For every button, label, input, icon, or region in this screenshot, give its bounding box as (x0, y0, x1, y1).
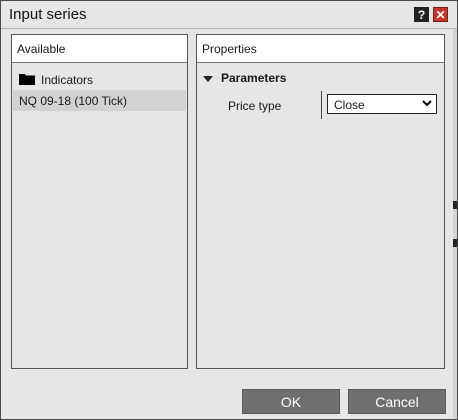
properties-panel: Properties Parameters Price type Close (196, 34, 445, 369)
input-series-dialog: Input series ? ✕ Available Indicators NQ… (0, 0, 458, 420)
list-item-instrument[interactable]: NQ 09-18 (100 Tick) (13, 90, 186, 111)
price-type-label: Price type (228, 99, 282, 113)
ok-button[interactable]: OK (242, 389, 340, 414)
title-bar[interactable]: Input series ? ✕ (1, 1, 457, 29)
property-divider[interactable] (321, 91, 322, 119)
strip-marker (453, 239, 457, 247)
properties-header: Properties (197, 35, 444, 63)
window-title: Input series (9, 6, 87, 23)
help-button[interactable]: ? (414, 7, 429, 22)
properties-header-label: Properties (202, 42, 257, 56)
price-type-select[interactable]: Close (327, 94, 437, 114)
available-panel: Available Indicators NQ 09-18 (100 Tick) (11, 34, 188, 369)
close-button[interactable]: ✕ (433, 7, 448, 22)
close-icon: ✕ (435, 7, 446, 22)
available-header-label: Available (17, 42, 66, 56)
strip-marker (453, 201, 457, 209)
collapse-triangle-icon[interactable] (203, 76, 213, 82)
list-item-label: Indicators (41, 73, 94, 87)
list-item-indicators[interactable]: Indicators (13, 69, 186, 90)
folder-icon (19, 74, 35, 85)
cancel-button[interactable]: Cancel (348, 389, 446, 414)
price-type-value: Close (334, 98, 365, 112)
chevron-down-icon (422, 100, 432, 107)
help-icon: ? (417, 7, 426, 22)
parameters-section-title[interactable]: Parameters (221, 71, 286, 85)
available-header: Available (12, 35, 187, 63)
resize-strip (453, 29, 457, 419)
list-item-label: NQ 09-18 (100 Tick) (19, 94, 128, 108)
